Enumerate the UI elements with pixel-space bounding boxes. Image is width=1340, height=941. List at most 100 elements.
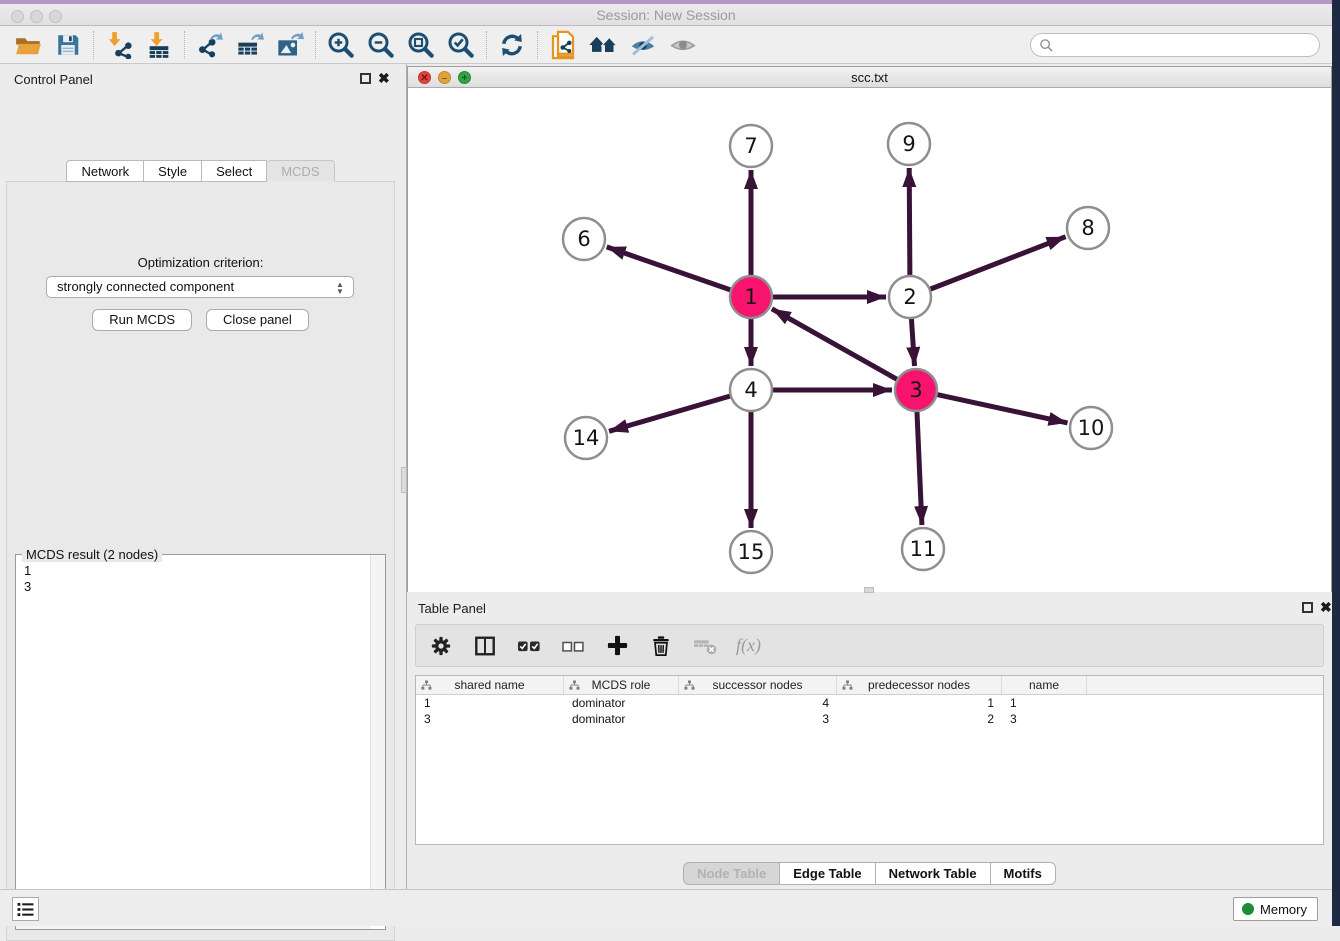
select-all-button[interactable] bbox=[516, 633, 542, 659]
search-icon bbox=[1039, 38, 1054, 53]
column-header-MCDS-role[interactable]: MCDS role bbox=[564, 676, 679, 694]
search-input[interactable] bbox=[1054, 36, 1319, 54]
show-column-panel-button[interactable] bbox=[472, 633, 498, 659]
column-header-successor-nodes[interactable]: successor nodes bbox=[679, 676, 837, 694]
zoom-out-button[interactable] bbox=[361, 29, 401, 61]
result-item: 1 bbox=[24, 563, 369, 579]
tab-node-table[interactable]: Node Table bbox=[683, 862, 780, 885]
cell-filler bbox=[1087, 711, 1323, 727]
split-columns-icon bbox=[474, 635, 496, 657]
save-session-button[interactable] bbox=[48, 29, 88, 61]
cell: 3 bbox=[1002, 711, 1087, 727]
create-column-button[interactable] bbox=[604, 633, 630, 659]
toolbar-separator bbox=[184, 31, 185, 59]
unchecked-boxes-icon bbox=[561, 634, 585, 658]
export-image-button[interactable] bbox=[270, 29, 310, 61]
mcds-result-legend: MCDS result (2 nodes) bbox=[22, 547, 162, 562]
tab-network[interactable]: Network bbox=[66, 160, 144, 182]
cell: 4 bbox=[679, 695, 837, 711]
memory-label: Memory bbox=[1260, 902, 1307, 917]
show-all-button[interactable] bbox=[663, 29, 703, 61]
zoom-in-icon bbox=[326, 30, 356, 60]
table-row[interactable]: 1dominator411 bbox=[416, 695, 1323, 711]
delete-table-button-disabled bbox=[692, 633, 718, 659]
close-table-panel-icon[interactable]: ✖ bbox=[1320, 602, 1332, 613]
export-network-button[interactable] bbox=[190, 29, 230, 61]
export-table-icon bbox=[236, 31, 264, 59]
zoom-selected-button[interactable] bbox=[441, 29, 481, 61]
control-panel-title: Control Panel bbox=[14, 72, 93, 87]
column-header-name[interactable]: name bbox=[1002, 676, 1087, 694]
hide-selected-button[interactable] bbox=[623, 29, 663, 61]
application-window: Session: New Session bbox=[0, 0, 1340, 926]
cell: 1 bbox=[416, 695, 564, 711]
edge-1-to-6[interactable] bbox=[607, 247, 734, 291]
import-network-icon bbox=[105, 31, 133, 59]
network-file-button[interactable] bbox=[543, 29, 583, 61]
open-folder-icon bbox=[15, 32, 42, 59]
control-panel-tabs: NetworkStyleSelectMCDS bbox=[0, 160, 401, 182]
tab-edge-table[interactable]: Edge Table bbox=[780, 862, 875, 885]
network-graph[interactable]: 1234678910111415 bbox=[408, 88, 1331, 592]
tab-network-table[interactable]: Network Table bbox=[876, 862, 991, 885]
column-header-shared-name[interactable]: shared name bbox=[416, 676, 564, 694]
edge-3-to-11[interactable] bbox=[917, 408, 922, 525]
edge-2-to-8[interactable] bbox=[927, 237, 1066, 291]
tab-select[interactable]: Select bbox=[202, 160, 267, 182]
delete-column-button[interactable] bbox=[648, 633, 674, 659]
cell: 2 bbox=[837, 711, 1002, 727]
refresh-icon bbox=[498, 31, 526, 59]
save-disk-icon bbox=[55, 32, 81, 58]
tree-sort-icon bbox=[684, 680, 695, 694]
float-table-panel-icon[interactable] bbox=[1302, 602, 1313, 613]
zoom-fit-button[interactable] bbox=[401, 29, 441, 61]
memory-status-icon bbox=[1242, 903, 1254, 915]
edge-2-to-9[interactable] bbox=[909, 168, 910, 279]
edge-3-to-10[interactable] bbox=[934, 394, 1068, 423]
unselect-all-button[interactable] bbox=[560, 633, 586, 659]
result-vertical-scrollbar[interactable] bbox=[370, 555, 385, 915]
node-label-15: 15 bbox=[738, 540, 765, 564]
column-label: name bbox=[1029, 678, 1059, 692]
task-history-button[interactable] bbox=[12, 897, 39, 921]
memory-button[interactable]: Memory bbox=[1233, 897, 1318, 921]
edge-4-to-14[interactable] bbox=[609, 395, 734, 431]
cell: 1 bbox=[837, 695, 1002, 711]
tab-style[interactable]: Style bbox=[144, 160, 202, 182]
edge-3-to-1[interactable] bbox=[772, 309, 900, 381]
column-header-predecessor-nodes[interactable]: predecessor nodes bbox=[837, 676, 1002, 694]
main-titlebar: Session: New Session bbox=[0, 4, 1332, 26]
network-window-title: scc.txt bbox=[408, 70, 1331, 85]
import-network-button[interactable] bbox=[99, 29, 139, 61]
home-views-button[interactable] bbox=[583, 29, 623, 61]
control-panel-header: Control Panel ✖ bbox=[0, 64, 401, 94]
node-label-11: 11 bbox=[910, 537, 937, 561]
close-panel-button[interactable]: Close panel bbox=[206, 309, 309, 331]
table-row[interactable]: 3dominator323 bbox=[416, 711, 1323, 727]
float-panel-icon[interactable] bbox=[360, 73, 371, 84]
edge-2-to-3[interactable] bbox=[911, 315, 914, 366]
refresh-layout-button[interactable] bbox=[492, 29, 532, 61]
eye-slash-icon bbox=[628, 30, 658, 60]
mcds-result-list[interactable]: 13 bbox=[17, 563, 369, 915]
function-builder-button-disabled: f(x) bbox=[736, 633, 761, 659]
table-settings-button[interactable] bbox=[428, 633, 454, 659]
toolbar-separator bbox=[537, 31, 538, 59]
import-table-button[interactable] bbox=[139, 29, 179, 61]
network-resize-grip[interactable] bbox=[864, 587, 874, 593]
gear-icon bbox=[430, 635, 452, 657]
tab-mcds[interactable]: MCDS bbox=[267, 160, 334, 182]
tab-motifs[interactable]: Motifs bbox=[991, 862, 1056, 885]
close-panel-icon[interactable]: ✖ bbox=[378, 73, 390, 84]
run-mcds-button[interactable]: Run MCDS bbox=[92, 309, 192, 331]
search-field[interactable] bbox=[1030, 33, 1320, 57]
export-table-button[interactable] bbox=[230, 29, 270, 61]
delete-table-icon bbox=[693, 633, 718, 658]
criterion-dropdown[interactable]: strongly connected component ▲▼ bbox=[46, 276, 354, 298]
zoom-in-button[interactable] bbox=[321, 29, 361, 61]
table-panel: Table Panel ✖ bbox=[407, 595, 1332, 888]
eye-icon bbox=[668, 30, 698, 60]
cell: 1 bbox=[1002, 695, 1087, 711]
open-session-button[interactable] bbox=[8, 29, 48, 61]
zoom-out-icon bbox=[366, 30, 396, 60]
